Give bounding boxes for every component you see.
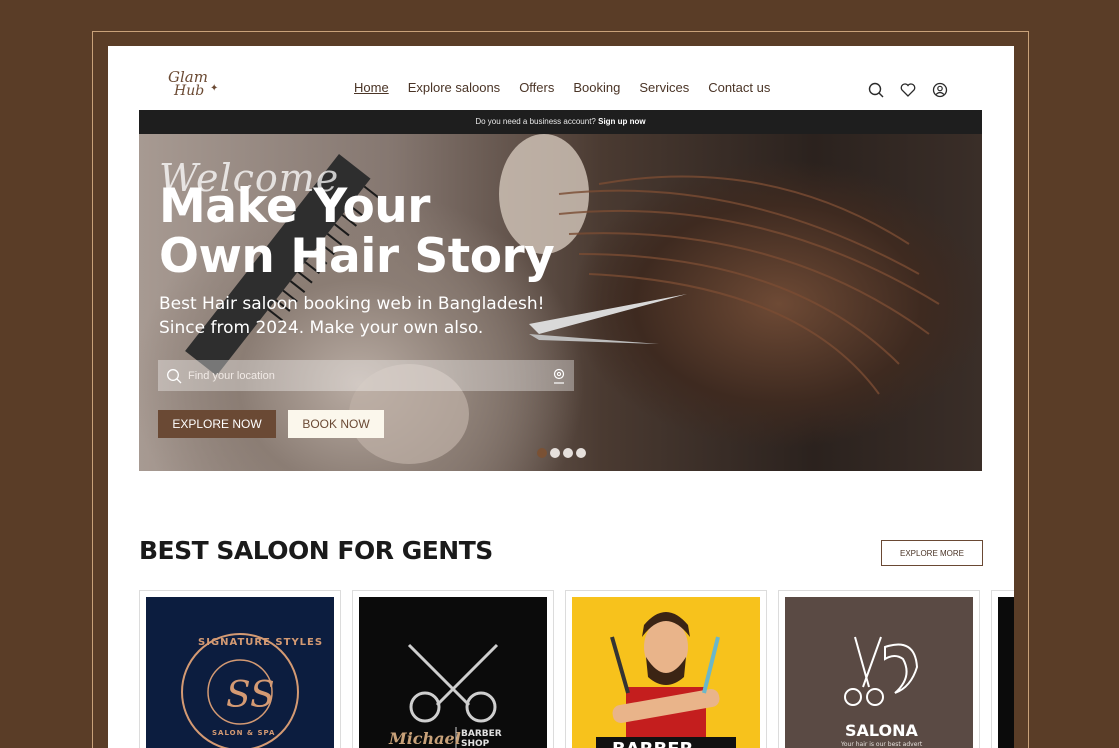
hero-banner: Welcome Make Your Own Hair Story Best Ha… [139, 134, 982, 471]
saloon-card-title: SIGNATURE STYLES [198, 637, 324, 648]
signature-styles-logo: SS [181, 633, 299, 748]
hero-headline: Make Your Own Hair Story [159, 179, 555, 284]
hero-subline-line1: Best Hair saloon booking web in Banglade… [159, 294, 545, 314]
search-icon [167, 368, 182, 383]
saloon-card[interactable] [991, 590, 1014, 748]
saloon-card-title: Michael [389, 729, 461, 748]
nav-contact-us[interactable]: Contact us [708, 80, 770, 95]
saloon-card-list: SS SIGNATURE STYLES SALON & SPA Michael … [139, 590, 1014, 748]
explore-more-button[interactable]: EXPLORE MORE [881, 540, 983, 566]
page: Glam Hub ✦ Home Explore saloons Offers B… [108, 46, 1014, 748]
svg-text:SS: SS [226, 675, 275, 716]
carousel-dots [537, 448, 586, 458]
saloon-card[interactable]: Michael BARBER SHOP [352, 590, 554, 748]
main-nav: Home Explore saloons Offers Booking Serv… [354, 80, 789, 95]
barber-man-icon [596, 612, 736, 748]
carousel-dot[interactable] [550, 448, 560, 458]
saloon-card[interactable]: SS SIGNATURE STYLES SALON & SPA [139, 590, 341, 748]
carousel-dot[interactable] [576, 448, 586, 458]
saloon-card-subtitle: Your hair is our best advert [841, 741, 923, 748]
saloon-card-image: SALONA Your hair is our best advert [785, 597, 973, 748]
saloon-card-subtitle: BARBER SHOP [461, 729, 502, 748]
business-account-bar: Do you need a business account? Sign up … [139, 110, 982, 134]
saloon-card-image: BARBER [572, 597, 760, 748]
nav-booking[interactable]: Booking [573, 80, 620, 95]
carousel-dot[interactable] [537, 448, 547, 458]
saloon-card-title: SALONA [845, 721, 918, 740]
search-icon[interactable] [868, 82, 884, 98]
location-search-bar [158, 360, 574, 391]
sparkle-icon: ✦ [210, 83, 219, 94]
user-icon[interactable] [932, 82, 948, 98]
saloon-card-image [998, 597, 1014, 748]
saloon-card[interactable]: SALONA Your hair is our best advert [778, 590, 980, 748]
saloon-card-image: SS SIGNATURE STYLES SALON & SPA [146, 597, 334, 748]
nav-home[interactable]: Home [354, 80, 389, 95]
hero-headline-line2: Own Hair Story [159, 229, 555, 284]
explore-now-button[interactable]: EXPLORE NOW [158, 410, 276, 438]
section-title: BEST SALOON FOR GENTS [139, 536, 493, 565]
logo-line2: Hub [174, 83, 205, 99]
location-search-input[interactable] [188, 369, 552, 382]
nav-offers[interactable]: Offers [519, 80, 554, 95]
saloon-card[interactable]: BARBER [565, 590, 767, 748]
header-icons [868, 82, 948, 98]
business-account-text: Do you need a business account? [475, 117, 596, 126]
nav-explore-saloons[interactable]: Explore saloons [408, 80, 501, 95]
hero-subline-line2: Since from 2024. Make your own also. [159, 318, 484, 338]
nav-services[interactable]: Services [639, 80, 689, 95]
saloon-card-subtitle: SALON & SPA [212, 729, 276, 737]
saloon-card-image: Michael BARBER SHOP [359, 597, 547, 748]
sign-up-link[interactable]: Sign up now [598, 117, 646, 126]
scissors-logo-icon [407, 643, 499, 748]
location-pin-icon[interactable] [552, 368, 566, 384]
hero-headline-line1: Make Your [159, 179, 430, 234]
saloon-card-title: BARBER [612, 739, 693, 748]
carousel-dot[interactable] [563, 448, 573, 458]
book-now-button[interactable]: BOOK NOW [288, 410, 384, 438]
heart-icon[interactable] [900, 82, 916, 98]
logo[interactable]: Glam Hub ✦ [168, 70, 228, 106]
hero-subline: Best Hair saloon booking web in Banglade… [159, 292, 544, 340]
